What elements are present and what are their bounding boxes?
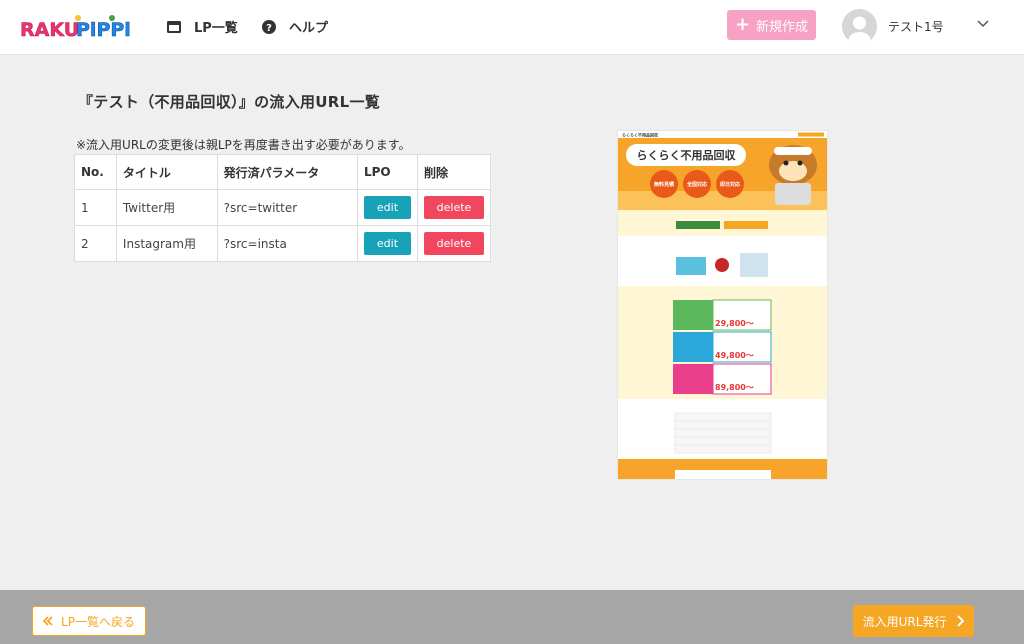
preview-plan-price: 29,800〜 <box>715 319 754 328</box>
column-header-lpo: LPO <box>356 154 419 190</box>
nav-help[interactable]: ? ヘルプ <box>261 17 328 36</box>
back-to-lp-list-button[interactable]: LP一覧へ戻る <box>32 606 146 636</box>
column-header-delete: 削除 <box>417 154 491 190</box>
chevron-down-icon[interactable] <box>975 18 991 30</box>
row-lpo-cell: edit <box>356 189 419 226</box>
row-lpo-cell: edit <box>356 225 419 262</box>
table-row: 1 Twitter用 ?src=twitter edit delete <box>74 189 491 226</box>
user-menu[interactable]: テスト1号 <box>842 9 944 44</box>
lp-preview-image: らくらく不用品回収 らくらく不用品回収 無料見積 全国対応 即日対応 29,80 <box>618 131 827 479</box>
svg-text:RAKU: RAKU <box>20 19 79 41</box>
issue-button-label: 流入用URL発行 <box>862 614 947 629</box>
column-header-title: タイトル <box>115 154 218 190</box>
preview-badge: 全国対応 <box>686 181 707 188</box>
preview-plan-price: 49,800〜 <box>715 351 754 360</box>
delete-button[interactable]: delete <box>424 196 484 219</box>
row-title: Twitter用 <box>115 189 218 226</box>
chevron-right-icon <box>957 615 965 627</box>
column-header-no: No. <box>74 154 117 190</box>
edit-button[interactable]: edit <box>363 196 411 219</box>
header-bar: RAKU PiPPi LP一覧 ? ヘルプ + 新規作成 テスト1号 <box>0 0 1024 55</box>
row-param: ?src=insta <box>216 225 358 262</box>
question-circle-icon: ? <box>262 19 276 34</box>
window-icon <box>167 20 181 33</box>
svg-text:?: ? <box>266 23 272 34</box>
row-param: ?src=twitter <box>216 189 358 226</box>
page-title: 『テスト（不用品回収）』の流入用URL一覧 <box>78 93 381 111</box>
table-row: 2 Instagram用 ?src=insta edit delete <box>74 225 491 262</box>
row-no: 1 <box>74 189 117 226</box>
user-name: テスト1号 <box>888 20 944 34</box>
nav-lp-list-label: LP一覧 <box>194 21 238 36</box>
footer-bar: LP一覧へ戻る 流入用URL発行 <box>0 590 1024 644</box>
back-button-label: LP一覧へ戻る <box>61 614 135 629</box>
edit-button[interactable]: edit <box>363 232 411 255</box>
nav-lp-list[interactable]: LP一覧 <box>166 17 238 36</box>
plus-icon: + <box>734 14 751 35</box>
avatar <box>842 9 877 44</box>
preview-plan-price: 89,800〜 <box>715 383 754 392</box>
preview-badge: 即日対応 <box>720 181 740 188</box>
issue-url-button[interactable]: 流入用URL発行 <box>853 605 974 637</box>
row-no: 2 <box>74 225 117 262</box>
preview-hero-title: らくらく不用品回収 <box>637 148 737 162</box>
row-title: Instagram用 <box>115 225 218 262</box>
double-chevron-left-icon <box>43 616 53 626</box>
url-table: No. タイトル 発行済パラメータ LPO 削除 1 Twitter用 ?src… <box>74 154 491 262</box>
lp-preview-thumbnail: らくらく不用品回収 らくらく不用品回収 無料見積 全国対応 即日対応 29,80 <box>618 131 827 479</box>
preview-site-name: らくらく不用品回収 <box>622 132 658 138</box>
preview-badge: 無料見積 <box>654 181 675 188</box>
delete-button[interactable]: delete <box>424 232 484 255</box>
svg-text:PiPPi: PiPPi <box>76 19 131 41</box>
column-header-param: 発行済パラメータ <box>216 154 358 190</box>
new-lp-button[interactable]: + 新規作成 <box>727 10 816 40</box>
row-delete-cell: delete <box>417 189 491 226</box>
raku-pippi-logo[interactable]: RAKU PiPPi <box>18 12 136 44</box>
nav-help-label: ヘルプ <box>289 21 329 36</box>
row-delete-cell: delete <box>417 225 491 262</box>
notice-text: ※流入用URLの変更後は親LPを再度書き出す必要があります。 <box>76 138 411 152</box>
table-header-row: No. タイトル 発行済パラメータ LPO 削除 <box>74 154 491 190</box>
new-lp-button-label: 新規作成 <box>756 19 809 35</box>
